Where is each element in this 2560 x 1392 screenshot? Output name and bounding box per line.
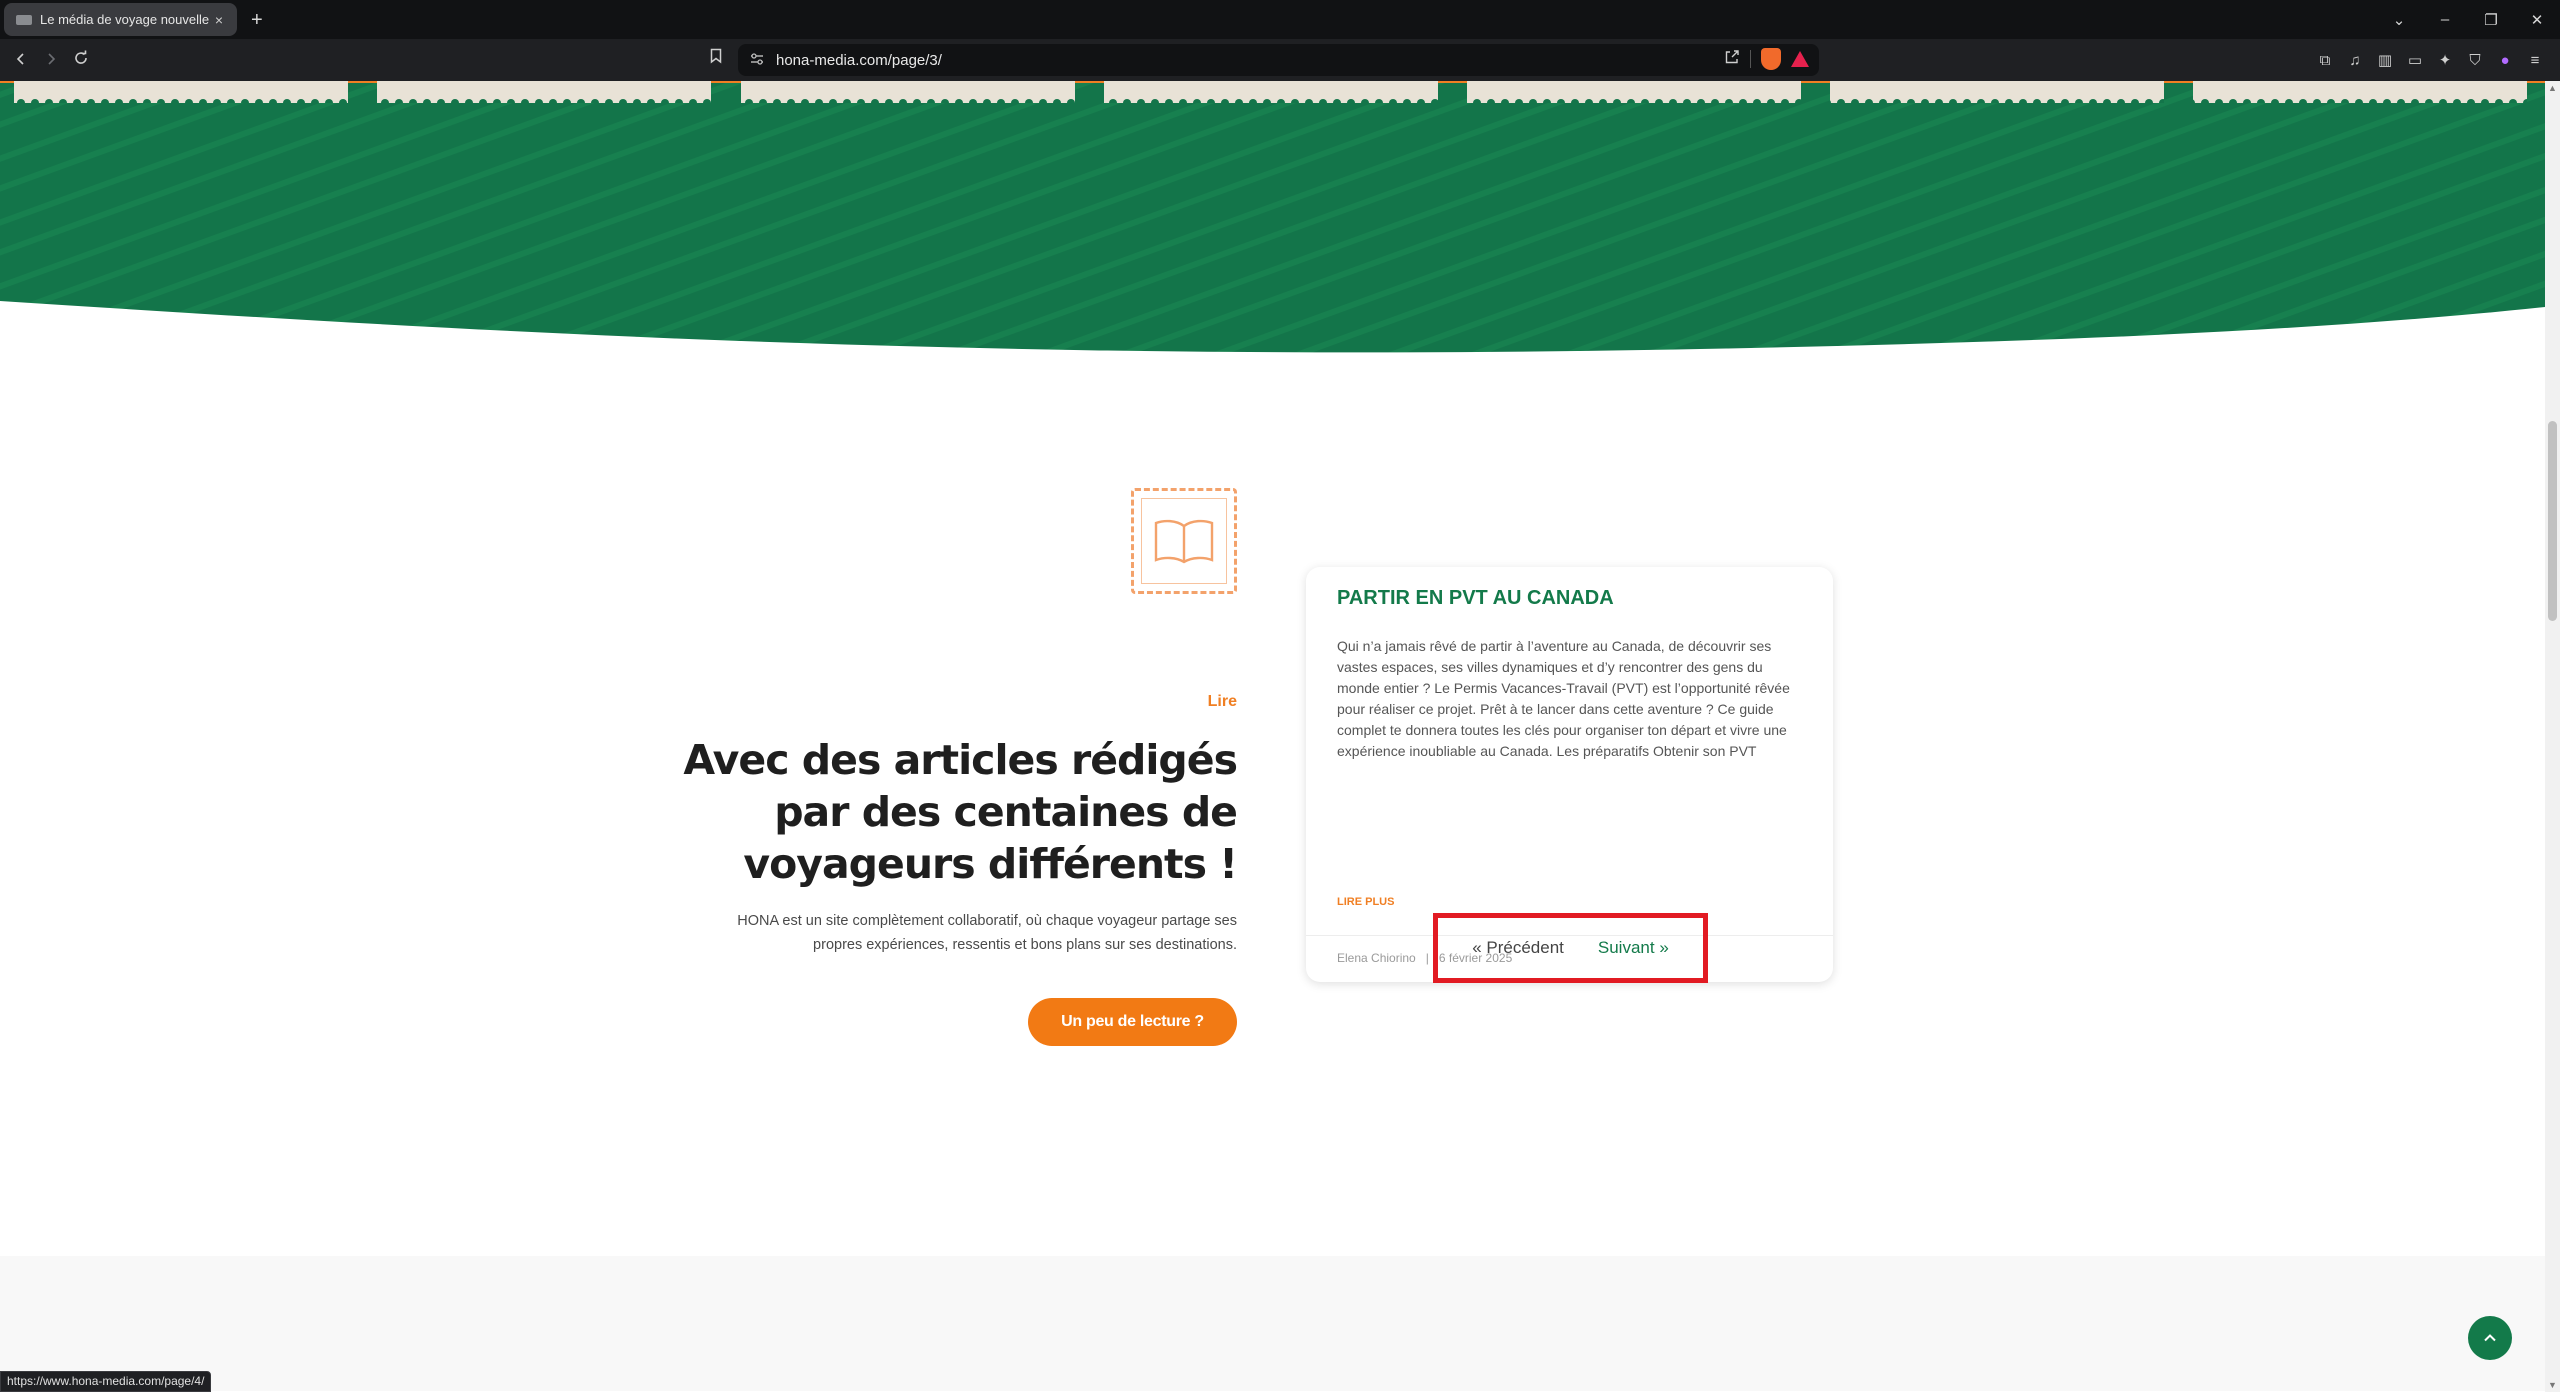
reading-cta-button[interactable]: Un peu de lecture ? — [1028, 998, 1237, 1046]
scroll-up-arrow-icon[interactable]: ▲ — [2545, 83, 2560, 93]
open-book-icon — [1154, 519, 1214, 564]
section-heading: Avec des articles rédigés par des centai… — [683, 736, 1238, 888]
window-controls: ⌄ – ❐ ✕ — [2376, 0, 2560, 39]
back-to-top-button[interactable] — [2468, 1316, 2512, 1360]
new-tab-button[interactable]: + — [251, 10, 263, 30]
menu-icon[interactable]: ≡ — [2520, 52, 2550, 69]
bookmark-icon — [710, 48, 722, 64]
omnibox-divider — [1750, 50, 1751, 68]
extensions-icon[interactable]: ⧉ — [2310, 52, 2340, 69]
book-stamp-illustration — [1131, 488, 1237, 594]
media-icon[interactable]: ♫ — [2340, 52, 2370, 69]
address-bar[interactable]: hona-media.com/page/3/ — [738, 44, 1819, 76]
leo-ai-icon[interactable]: ✦ — [2430, 51, 2460, 69]
minimize-button[interactable]: – — [2422, 11, 2468, 28]
next-page-link[interactable]: Suivant » — [1598, 938, 1669, 958]
hero-banner — [0, 81, 2545, 361]
share-icon[interactable] — [1724, 49, 1740, 69]
section-lead: HONA est un site complètement collaborat… — [737, 913, 1237, 953]
arrow-right-icon — [48, 52, 56, 65]
section-kicker: Lire — [1207, 693, 1237, 710]
browser-tab-active[interactable]: Le média de voyage nouvelle g × — [4, 3, 237, 36]
tab-search-button[interactable]: ⌄ — [2376, 11, 2422, 29]
pagination: « Précédent Suivant » — [1433, 913, 1708, 983]
bookmark-button[interactable] — [706, 48, 726, 72]
restore-button[interactable]: ❐ — [2468, 11, 2514, 29]
read-more-link[interactable]: LIRE PLUS — [1337, 896, 1394, 908]
url-text[interactable]: hona-media.com/page/3/ — [776, 52, 942, 69]
forward-button[interactable] — [36, 50, 66, 71]
scroll-down-arrow-icon[interactable]: ▼ — [2545, 1380, 2560, 1390]
page-viewport: Lire Avec des articles rédigés par des c… — [0, 81, 2545, 1392]
brave-rewards-icon[interactable] — [1791, 51, 1809, 67]
favicon-icon — [16, 14, 32, 25]
profile-icon[interactable]: ● — [2490, 52, 2520, 69]
article-excerpt: Qui n’a jamais rêvé de partir à l’aventu… — [1337, 638, 1790, 759]
sidebar-icon[interactable]: ▥ — [2370, 51, 2400, 69]
hero-background — [0, 81, 2545, 353]
chevron-up-icon — [2484, 1334, 2496, 1342]
navigation-bar: hona-media.com/page/3/ ⧉ ♫ ▥ ▭ ✦ ⛉ ● ≡ — [0, 39, 2560, 81]
back-button[interactable] — [6, 50, 36, 71]
article-title[interactable]: PARTIR EN PVT AU CANADA — [1337, 587, 1614, 610]
tab-bar: Le média de voyage nouvelle g × + ⌄ – ❐ … — [0, 0, 2560, 39]
stamp-strip — [14, 81, 2527, 103]
arrow-left-icon — [16, 52, 24, 65]
link-status-bar: https://www.hona-media.com/page/4/ — [0, 1371, 212, 1392]
vpn-icon[interactable]: ⛉ — [2460, 52, 2490, 69]
meta-separator: | — [1425, 951, 1429, 965]
tab-close-button[interactable]: × — [211, 12, 227, 28]
scrollbar-thumb[interactable] — [2548, 421, 2557, 621]
wallet-icon[interactable]: ▭ — [2400, 51, 2430, 69]
close-window-button[interactable]: ✕ — [2514, 11, 2560, 29]
article-author: Elena Chiorino — [1337, 951, 1416, 965]
reload-button[interactable] — [66, 50, 96, 71]
brave-shield-icon[interactable] — [1761, 48, 1781, 70]
tab-title: Le média de voyage nouvelle g — [40, 12, 211, 27]
reload-icon — [75, 50, 87, 64]
tune-icon[interactable] — [750, 52, 764, 68]
page-scrollbar[interactable]: ▲ ▼ — [2545, 81, 2560, 1392]
previous-page-link[interactable]: « Précédent — [1472, 938, 1564, 958]
toolbar-extensions: ⧉ ♫ ▥ ▭ ✦ ⛉ ● ≡ — [2310, 39, 2560, 81]
next-section-band — [0, 1256, 2545, 1391]
